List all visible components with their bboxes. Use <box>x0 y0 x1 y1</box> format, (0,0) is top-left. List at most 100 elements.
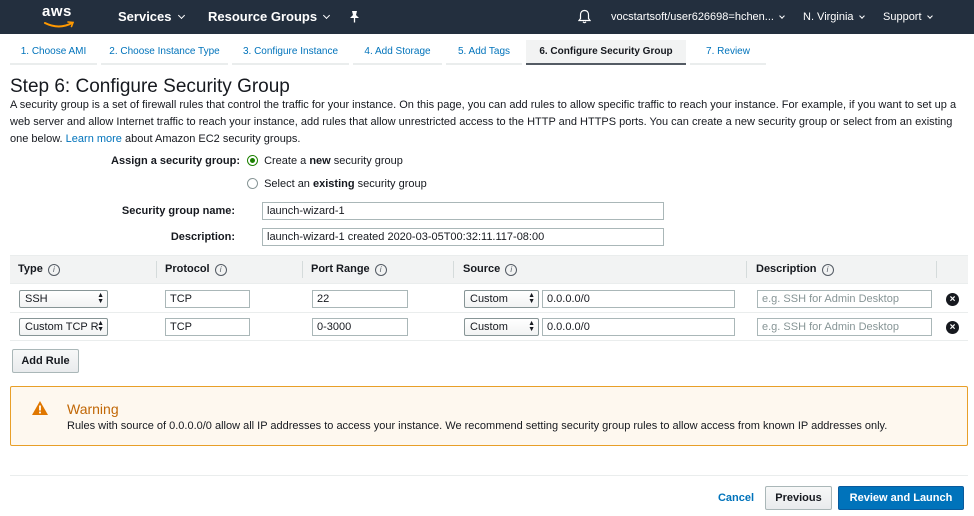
column-header-description-label: Description <box>756 263 817 275</box>
chevron-down-icon <box>926 13 933 19</box>
previous-button[interactable]: Previous <box>765 486 832 510</box>
table-row: Custom TCP R ▲▼ Custom ▲▼ × <box>10 313 968 341</box>
radio-button[interactable] <box>247 155 258 166</box>
add-rule-button[interactable]: Add Rule <box>12 349 79 373</box>
tab-add-tags[interactable]: 5. Add Tags <box>446 40 522 65</box>
account-label: vocstartsoft/user626698=hchen... <box>611 11 774 23</box>
port-range-input[interactable] <box>312 318 408 336</box>
rule-type-select[interactable]: Custom TCP R ▲ ▼ <box>19 318 108 336</box>
protocol-input[interactable] <box>165 318 250 336</box>
warning-icon <box>32 401 48 415</box>
select-arrows-icon: ▲ ▼ <box>97 292 104 305</box>
column-header-description: Description i <box>756 256 834 285</box>
tab-choose-ami[interactable]: 1. Choose AMI <box>10 40 97 65</box>
rule-type-value: SSH <box>25 293 48 305</box>
column-divider <box>746 261 747 278</box>
region-label: N. Virginia <box>803 11 854 23</box>
column-divider <box>453 261 454 278</box>
radio-button[interactable] <box>247 178 258 189</box>
select-arrows-icon: ▲ ▼ <box>528 320 535 333</box>
column-header-source-label: Source <box>463 263 501 275</box>
region-menu[interactable]: N. Virginia <box>803 0 865 34</box>
chevron-down-icon <box>323 11 331 20</box>
remove-rule-icon[interactable]: × <box>946 321 959 334</box>
tab-add-storage[interactable]: 4. Add Storage <box>353 40 442 65</box>
radio-select-suffix: security group <box>357 178 427 190</box>
pin-icon[interactable] <box>349 10 360 24</box>
select-arrows-icon: ▲ ▼ <box>528 292 535 305</box>
column-header-protocol: Protocol i <box>165 256 227 285</box>
footer-divider <box>10 475 968 476</box>
column-header-source: Source i <box>463 256 518 285</box>
table-row: SSH ▲▼ Custom ▲▼ × <box>10 285 968 313</box>
info-icon[interactable]: i <box>214 264 227 276</box>
radio-select-bold: existing <box>313 178 355 190</box>
tab-configure-instance[interactable]: 3. Configure Instance <box>232 40 349 65</box>
resource-groups-menu[interactable]: Resource Groups <box>208 0 331 34</box>
page-title: Step 6: Configure Security Group <box>10 76 290 97</box>
source-mode-select[interactable]: Custom ▲ ▼ <box>464 290 539 308</box>
column-header-type: Type i <box>18 256 60 285</box>
tab-configure-security-group[interactable]: 6. Configure Security Group <box>526 40 686 65</box>
aws-logo-text: aws <box>42 3 72 20</box>
description-input[interactable] <box>262 228 664 246</box>
source-cidr-input[interactable] <box>542 290 735 308</box>
security-group-name-input[interactable] <box>262 202 664 220</box>
review-and-launch-button[interactable]: Review and Launch <box>838 486 964 510</box>
top-navigation-bar: aws Services Resource Groups vocstartsof… <box>0 0 974 34</box>
chevron-down-icon <box>779 13 785 19</box>
services-label: Services <box>118 9 172 24</box>
chevron-down-icon <box>177 11 185 20</box>
warning-alert: Warning Rules with source of 0.0.0.0/0 a… <box>10 386 968 446</box>
services-menu[interactable]: Services <box>118 0 185 34</box>
radio-select-prefix: Select an <box>264 178 310 190</box>
account-menu[interactable]: vocstartsoft/user626698=hchen... <box>611 0 785 34</box>
column-header-port-range-label: Port Range <box>311 263 370 275</box>
support-label: Support <box>883 11 922 23</box>
security-group-name-label: Security group name: <box>121 205 235 217</box>
intro-paragraph: A security group is a set of firewall ru… <box>10 97 970 148</box>
warning-message: Rules with source of 0.0.0.0/0 allow all… <box>67 420 888 432</box>
learn-more-link[interactable]: Learn more <box>66 133 122 145</box>
assign-security-group-label: Assign a security group: <box>111 155 240 167</box>
source-mode-select[interactable]: Custom ▲ ▼ <box>464 318 539 336</box>
port-range-input[interactable] <box>312 290 408 308</box>
aws-logo[interactable]: aws <box>42 2 78 32</box>
column-header-protocol-label: Protocol <box>165 263 210 275</box>
info-icon[interactable]: i <box>505 264 518 276</box>
column-divider <box>302 261 303 278</box>
rule-type-select[interactable]: SSH ▲ ▼ <box>19 290 108 308</box>
intro-suffix: about Amazon EC2 security groups. <box>125 133 301 145</box>
source-mode-value: Custom <box>470 321 508 333</box>
column-header-port-range: Port Range i <box>311 256 387 285</box>
rule-description-input[interactable] <box>757 290 932 308</box>
source-cidr-input[interactable] <box>542 318 735 336</box>
rule-type-value: Custom TCP R <box>25 321 99 333</box>
select-arrows-icon: ▲ ▼ <box>97 320 104 333</box>
resource-groups-label: Resource Groups <box>208 9 318 24</box>
radio-create-suffix: security group <box>333 155 403 167</box>
tab-review[interactable]: 7. Review <box>690 40 766 65</box>
chevron-down-icon <box>858 13 865 19</box>
radio-create-prefix: Create a <box>264 155 307 167</box>
radio-select-existing[interactable]: Select an existing security group <box>247 176 427 192</box>
info-icon[interactable]: i <box>821 264 834 276</box>
info-icon[interactable]: i <box>374 264 387 276</box>
protocol-input[interactable] <box>165 290 250 308</box>
tab-choose-instance-type[interactable]: 2. Choose Instance Type <box>101 40 228 65</box>
radio-create-bold: new <box>309 155 331 167</box>
source-mode-value: Custom <box>470 293 508 305</box>
column-header-type-label: Type <box>18 263 43 275</box>
cancel-button[interactable]: Cancel <box>711 486 761 510</box>
column-divider <box>936 261 937 278</box>
bell-icon[interactable] <box>577 9 592 25</box>
column-divider <box>156 261 157 278</box>
support-menu[interactable]: Support <box>883 0 933 34</box>
rules-table-header: Type i Protocol i Port Range i Source i Desc… <box>10 255 968 284</box>
warning-title: Warning <box>67 401 119 417</box>
rule-description-input[interactable] <box>757 318 932 336</box>
aws-smile-icon <box>44 21 74 28</box>
remove-rule-icon[interactable]: × <box>946 293 959 306</box>
info-icon[interactable]: i <box>47 264 60 276</box>
radio-create-new[interactable]: Create a new security group <box>247 153 403 169</box>
